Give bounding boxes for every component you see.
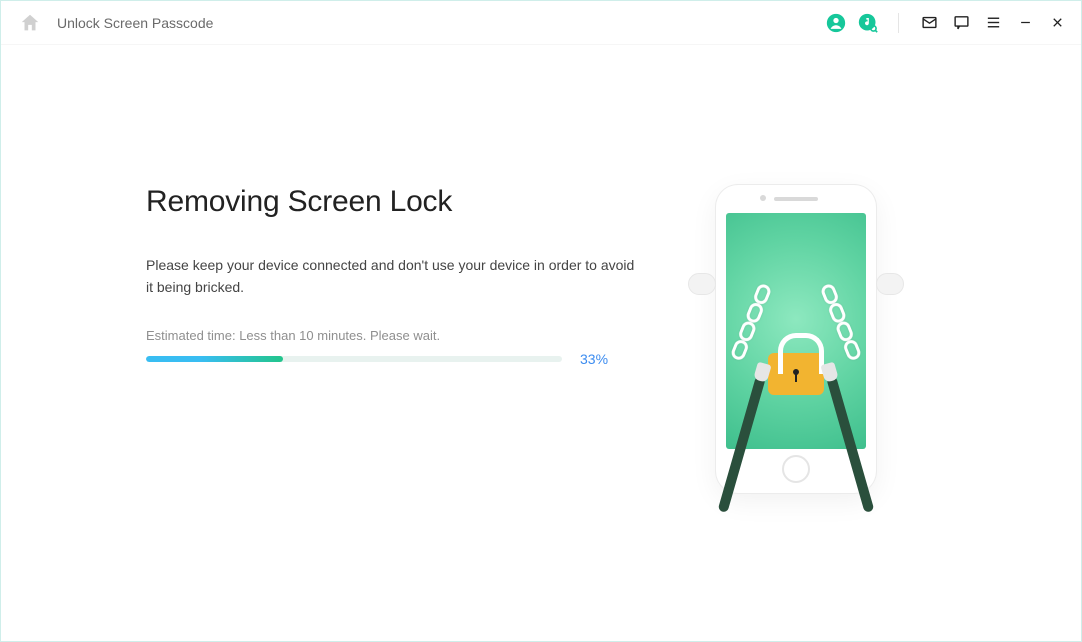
close-button[interactable] — [1047, 13, 1067, 33]
progress-panel: Removing Screen Lock Please keep your de… — [146, 185, 666, 641]
illustration — [666, 185, 926, 641]
eta-text: Estimated time: Less than 10 minutes. Pl… — [146, 328, 666, 343]
menu-icon[interactable] — [983, 13, 1003, 33]
progress-row: 33% — [146, 351, 666, 367]
instruction-text: Please keep your device connected and do… — [146, 255, 636, 298]
account-icon[interactable] — [826, 13, 846, 33]
minimize-button[interactable] — [1015, 13, 1035, 33]
home-icon[interactable] — [19, 12, 41, 34]
mail-icon[interactable] — [919, 13, 939, 33]
lock-icon — [768, 353, 824, 395]
titlebar-actions — [826, 13, 1067, 33]
progress-bar — [146, 356, 562, 362]
app-window: Unlock Screen Passcode — [0, 0, 1082, 642]
music-search-icon[interactable] — [858, 13, 878, 33]
progress-percent: 33% — [580, 351, 608, 367]
titlebar: Unlock Screen Passcode — [1, 1, 1081, 45]
main-content: Removing Screen Lock Please keep your de… — [1, 45, 1081, 641]
progress-fill — [146, 356, 283, 362]
feedback-icon[interactable] — [951, 13, 971, 33]
page-heading: Removing Screen Lock — [146, 185, 666, 219]
phone-illustration — [696, 185, 896, 525]
separator — [898, 13, 899, 33]
chain-icon — [692, 275, 900, 293]
window-title: Unlock Screen Passcode — [57, 15, 213, 31]
